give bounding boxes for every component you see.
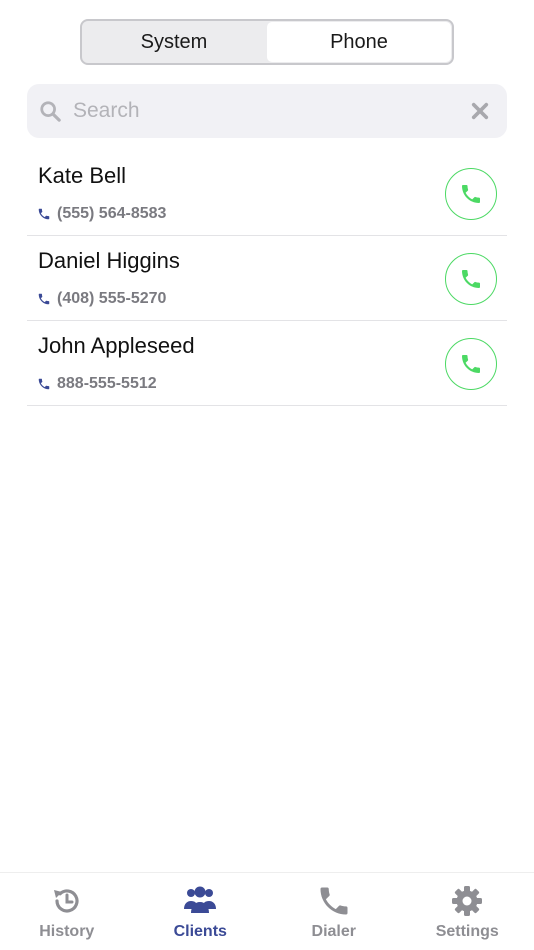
history-icon (53, 889, 79, 913)
phone-number: (555) 564-8583 (57, 205, 167, 222)
segment-system[interactable]: System (82, 21, 266, 63)
list-item[interactable]: John Appleseed 888-555-5512 (27, 321, 507, 406)
contact-phone: 888-555-5512 (37, 375, 157, 393)
search-icon (40, 101, 61, 122)
call-button[interactable] (445, 338, 497, 390)
phone-icon (462, 355, 480, 373)
tab-history[interactable]: History (0, 873, 134, 950)
call-button[interactable] (445, 253, 497, 305)
clients-screen: System Phone Kate Bell (555) 564-8583 (0, 0, 534, 950)
users-icon (184, 886, 217, 913)
source-segmented-control: System Phone (80, 19, 454, 65)
contact-phone: (555) 564-8583 (37, 205, 166, 223)
phone-number: 888-555-5512 (57, 375, 157, 392)
tab-label: Clients (173, 923, 227, 940)
segment-phone[interactable]: Phone (267, 22, 451, 62)
clear-icon[interactable] (471, 102, 489, 120)
contact-name: John Appleseed (38, 333, 195, 358)
gear-icon (452, 886, 483, 916)
tab-label: History (39, 923, 95, 940)
tab-label: Dialer (311, 923, 356, 940)
phone-icon (38, 208, 50, 220)
phone-number: (408) 555-5270 (57, 290, 167, 307)
phone-icon (38, 293, 50, 305)
tab-clients[interactable]: Clients (134, 873, 268, 950)
phone-icon (462, 270, 480, 288)
contact-list: Kate Bell (555) 564-8583 Daniel Higgins … (27, 151, 507, 406)
phone-icon (38, 378, 50, 390)
tab-dialer[interactable]: Dialer (267, 873, 401, 950)
phone-icon (320, 887, 348, 915)
contact-phone: (408) 555-5270 (37, 290, 166, 308)
tab-label: Settings (435, 923, 499, 940)
tab-bar: History Clients Dialer Settings (0, 872, 534, 950)
list-item[interactable]: Daniel Higgins (408) 555-5270 (27, 236, 507, 321)
search-input[interactable] (73, 91, 471, 131)
call-button[interactable] (445, 168, 497, 220)
list-item[interactable]: Kate Bell (555) 564-8583 (27, 151, 507, 236)
tab-settings[interactable]: Settings (401, 873, 534, 950)
contact-name: Kate Bell (38, 163, 127, 188)
phone-icon (462, 185, 480, 203)
contact-name: Daniel Higgins (38, 248, 180, 273)
search-bar (27, 84, 507, 138)
